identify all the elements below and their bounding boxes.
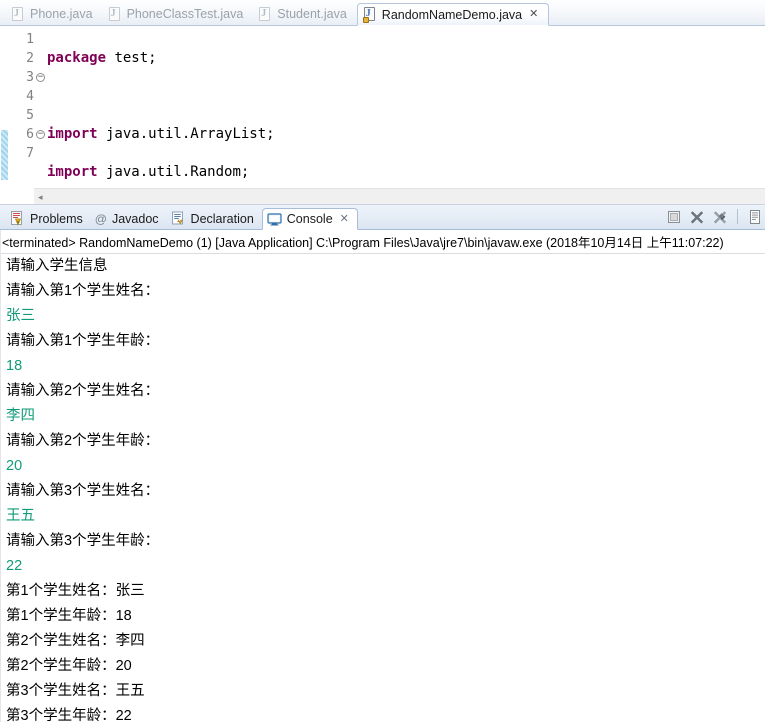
declaration-icon [171,211,186,226]
tab-label: Declaration [190,211,254,226]
java-file-icon: J [259,6,272,22]
console-process-status: <terminated> RandomNameDemo (1) [Java Ap… [0,234,765,254]
editor-tab-phoneclasstest-java[interactable]: J PhoneClassTest.java [103,3,254,25]
console-line: 王五 [6,508,35,524]
code-line: import java.util.ArrayList; [47,125,765,144]
code-token: import [47,164,98,180]
tab-javadoc[interactable]: @ Javadoc [91,208,167,229]
console-line: 第2个学生姓名：李四 [6,633,145,649]
terminate-icon[interactable] [689,209,705,225]
tab-label: Problems [30,211,83,226]
editor-horizontal-scrollbar[interactable]: ◂ [34,188,765,204]
editor-tab-student-java[interactable]: J Student.java [253,3,357,25]
folding-ruler[interactable]: − − [34,26,47,184]
code-line: import java.util.Random; [47,163,765,182]
console-view-tab-bar: Problems @ Javadoc Declaration Console ✕ [0,205,765,230]
tab-console[interactable]: Console ✕ [261,208,358,230]
change-ruler [0,26,8,184]
editor-tab-label: Student.java [277,7,347,21]
line-number: 3 [26,70,34,85]
close-icon[interactable]: ✕ [340,213,349,225]
console-toolbar [666,206,763,227]
console-line: 第1个学生年龄：18 [6,608,132,624]
tab-label: Javadoc [111,211,159,226]
tab-label: Console [286,212,333,226]
change-marker-bar [1,130,8,180]
console-line: 请输入第2个学生年龄： [6,433,160,449]
console-line: 22 [6,558,23,574]
java-file-icon: J [362,7,377,23]
console-line: 第2个学生年龄：20 [6,658,132,674]
editor-tab-phone-java[interactable]: J Phone.java [6,3,103,25]
tab-problems[interactable]: Problems [6,208,91,229]
scroll-left-arrow-icon[interactable]: ◂ [38,192,43,202]
console-line: 请输入第2个学生姓名： [6,383,160,399]
console-line: 18 [6,358,23,374]
fold-toggle-icon[interactable]: − [36,72,45,82]
clear-console-icon[interactable] [666,209,682,225]
line-number: 2 [26,51,34,66]
code-editor[interactable]: 1 2 3 4 5 6 7 − − package test; import j… [0,26,765,205]
code-text-area[interactable]: package test; import java.util.ArrayList… [47,26,765,184]
console-line: 张三 [6,308,35,324]
line-number: 4 [26,89,34,104]
toolbar-separator [737,209,738,224]
console-monitor-icon [267,212,282,227]
console-line: 请输入第3个学生年龄： [6,533,160,549]
javadoc-at-icon: @ [94,211,107,226]
console-line: 请输入第1个学生姓名： [6,283,160,299]
line-number: 5 [26,108,34,123]
editor-tab-label: Phone.java [30,7,93,21]
console-line: 请输入学生信息 [6,258,108,274]
tab-declaration[interactable]: Declaration [167,208,262,229]
fold-toggle-icon[interactable]: − [36,129,45,139]
console-line: 请输入第1个学生年龄： [6,333,160,349]
java-file-icon: J [108,6,122,22]
code-token: java.util.ArrayList; [97,126,275,142]
line-number: 6 [26,127,34,142]
editor-tab-label: RandomNameDemo.java [381,7,523,22]
console-line: 请输入第3个学生姓名： [6,483,160,499]
console-line: 20 [6,458,23,474]
code-editor-body[interactable]: 1 2 3 4 5 6 7 − − package test; import j… [0,26,765,184]
display-selected-console-icon[interactable] [747,209,763,225]
editor-tab-bar: J Phone.java J PhoneClassTest.java J Stu… [0,0,765,26]
close-icon[interactable]: ✕ [529,9,538,20]
code-token: import [47,126,98,142]
console-line: 第3个学生姓名：王五 [6,683,145,699]
editor-tab-label: PhoneClassTest.java [126,7,244,21]
remove-all-terminated-icon[interactable] [712,209,728,225]
java-file-icon: J [12,6,25,22]
editor-tab-randomnamedemo-java[interactable]: J RandomNameDemo.java ✕ [356,3,550,26]
console-output-area[interactable]: <terminated> RandomNameDemo (1) [Java Ap… [0,230,765,722]
console-left-rule [0,230,1,722]
problems-icon [10,211,25,226]
line-number-ruler: 1 2 3 4 5 6 7 [8,26,34,184]
console-line: 李四 [6,408,35,424]
line-number: 7 [26,146,34,161]
line-number: 1 [26,32,34,47]
code-token: java.util.Random; [97,164,250,180]
code-token: package [47,50,107,66]
lock-overlay-icon [362,17,369,23]
console-line: 第3个学生年龄：22 [6,708,132,722]
code-token: test; [106,50,157,66]
code-line: package test; [47,49,765,68]
console-line: 第1个学生姓名：张三 [6,583,145,599]
